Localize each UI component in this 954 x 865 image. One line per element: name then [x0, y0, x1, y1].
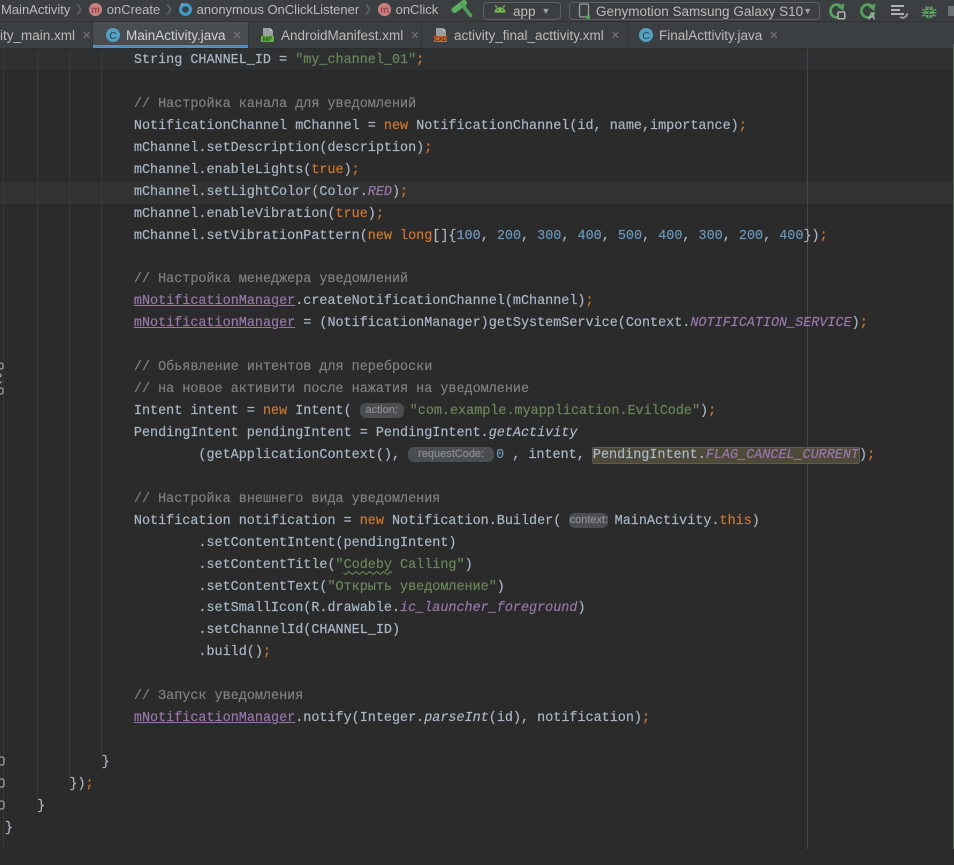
svg-text:CXD: CXD [434, 37, 447, 43]
svg-text:m: m [380, 5, 389, 16]
svg-text:m: m [91, 5, 100, 16]
svg-text:A: A [868, 11, 876, 21]
svg-text:C: C [109, 31, 116, 42]
svg-text:C: C [642, 31, 649, 42]
svg-text:MF: MF [263, 36, 272, 43]
